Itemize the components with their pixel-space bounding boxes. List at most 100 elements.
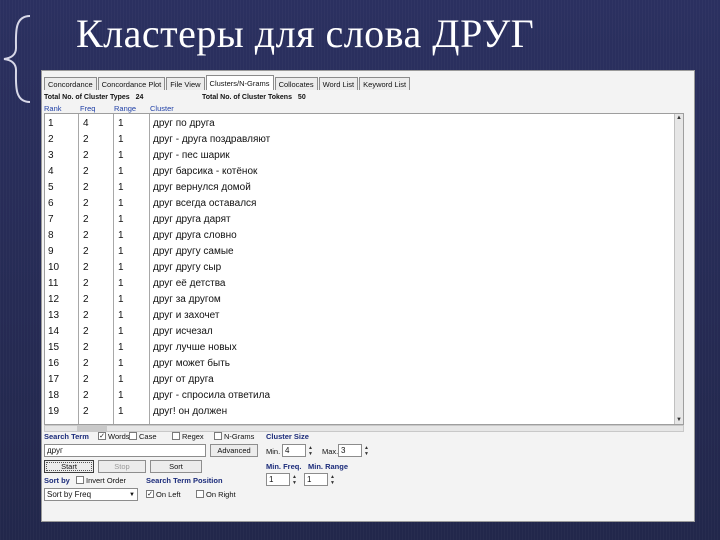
advanced-button[interactable]: Advanced xyxy=(210,444,258,457)
cell-freq: 2 xyxy=(83,406,89,417)
cell-rank: 7 xyxy=(48,214,54,225)
case-checkbox[interactable] xyxy=(129,432,137,440)
cell-freq: 2 xyxy=(83,278,89,289)
column-header-range[interactable]: Range xyxy=(114,104,136,113)
cell-rank: 3 xyxy=(48,150,54,161)
table-row[interactable]: 1 4 1 друг по друга xyxy=(45,116,665,132)
regex-checkbox[interactable] xyxy=(172,432,180,440)
table-row[interactable]: 2 2 1 друг - друга поздравляют xyxy=(45,132,665,148)
table-row[interactable]: 16 2 1 друг может быть xyxy=(45,356,665,372)
column-header-rank[interactable]: Rank xyxy=(44,104,62,113)
tab-collocates[interactable]: Collocates xyxy=(274,77,318,90)
invert-order-checkbox[interactable] xyxy=(76,476,84,484)
on-right-checkbox[interactable] xyxy=(196,490,204,498)
stop-button[interactable]: Stop xyxy=(98,460,146,473)
min-size-spin-arrows-icon[interactable]: ▲ ▼ xyxy=(307,445,314,457)
cell-rank: 13 xyxy=(48,310,60,321)
column-header-freq[interactable]: Freq xyxy=(80,104,95,113)
cell-range: 1 xyxy=(118,246,124,257)
min-freq-label: Min. Freq. xyxy=(266,462,302,471)
sort-select-value: Sort by Freq xyxy=(47,490,92,499)
table-row[interactable]: 17 2 1 друг от друга xyxy=(45,372,665,388)
cell-cluster: друг и захочет xyxy=(153,310,220,321)
words-checkbox[interactable]: ✓ xyxy=(98,432,106,440)
min-freq-spin-arrows-icon[interactable]: ▲ ▼ xyxy=(291,474,298,486)
min-range-input[interactable]: 1 xyxy=(304,473,328,486)
tab-concordance-plot[interactable]: Concordance Plot xyxy=(97,77,166,90)
cell-freq: 2 xyxy=(83,374,89,385)
cell-rank: 6 xyxy=(48,198,54,209)
cluster-tokens-label: Total No. of Cluster Tokens xyxy=(202,94,292,101)
min-size-input[interactable]: 4 xyxy=(282,444,306,457)
on-left-label: On Left xyxy=(156,490,181,499)
scroll-thumb[interactable] xyxy=(77,426,107,431)
min-range-spin-arrows-icon[interactable]: ▲ ▼ xyxy=(329,474,336,486)
cell-freq: 2 xyxy=(83,294,89,305)
tab-clusters-ngrams[interactable]: Clusters/N-Grams xyxy=(205,75,274,90)
on-left-checkbox[interactable]: ✓ xyxy=(146,490,154,498)
ngrams-label: N-Grams xyxy=(224,432,255,441)
max-size-spin-arrows-icon[interactable]: ▲ ▼ xyxy=(363,445,370,457)
cell-range: 1 xyxy=(118,134,124,145)
min-freq-input[interactable]: 1 xyxy=(266,473,290,486)
cell-rank: 4 xyxy=(48,166,54,177)
start-button[interactable]: Start xyxy=(44,460,94,473)
cell-freq: 4 xyxy=(83,118,89,129)
table-row[interactable]: 3 2 1 друг - пес шарик xyxy=(45,148,665,164)
cell-freq: 2 xyxy=(83,262,89,273)
ngrams-checkbox[interactable] xyxy=(214,432,222,440)
tab-keyword-list[interactable]: Keyword List xyxy=(359,77,411,90)
on-right-label: On Right xyxy=(206,490,236,499)
table-row[interactable]: 18 2 1 друг - спросила ответила xyxy=(45,388,665,404)
cell-freq: 2 xyxy=(83,198,89,209)
cell-rank: 1 xyxy=(48,118,54,129)
search-term-position-label: Search Term Position xyxy=(146,476,223,485)
tab-concordance[interactable]: Concordance xyxy=(44,77,97,90)
table-row[interactable]: 19 2 1 друг! он должен xyxy=(45,404,665,420)
cell-freq: 2 xyxy=(83,214,89,225)
column-header-cluster[interactable]: Cluster xyxy=(150,104,174,113)
scroll-up-icon[interactable]: ▲ xyxy=(676,115,682,121)
cell-cluster: друг исчезал xyxy=(153,326,213,337)
table-row[interactable]: 4 2 1 друг барсика - котёнок xyxy=(45,164,665,180)
vertical-scrollbar[interactable]: ▲ ▼ xyxy=(674,114,683,424)
sort-button[interactable]: Sort xyxy=(150,460,202,473)
table-row[interactable]: 10 2 1 друг другу сыр xyxy=(45,260,665,276)
antconc-window: Concordance Concordance Plot File View C… xyxy=(41,70,695,522)
cell-range: 1 xyxy=(118,294,124,305)
table-row[interactable]: 6 2 1 друг всегда оставался xyxy=(45,196,665,212)
cluster-types-value: 24 xyxy=(135,94,144,101)
table-row[interactable]: 9 2 1 друг другу самые xyxy=(45,244,665,260)
cell-rank: 19 xyxy=(48,406,60,417)
cell-cluster: друг друга словно xyxy=(153,230,237,241)
cell-range: 1 xyxy=(118,214,124,225)
horizontal-scrollbar[interactable] xyxy=(44,425,684,432)
case-label: Case xyxy=(139,432,157,441)
search-input[interactable]: друг xyxy=(44,444,206,457)
sort-select[interactable]: Sort by Freq ▼ xyxy=(44,488,138,501)
table-row[interactable]: 14 2 1 друг исчезал xyxy=(45,324,665,340)
table-row[interactable]: 8 2 1 друг друга словно xyxy=(45,228,665,244)
table-row[interactable]: 15 2 1 друг лучше новых xyxy=(45,340,665,356)
scroll-down-icon[interactable]: ▼ xyxy=(676,417,682,423)
table-row[interactable]: 12 2 1 друг за другом xyxy=(45,292,665,308)
cell-freq: 2 xyxy=(83,342,89,353)
cell-rank: 14 xyxy=(48,326,60,337)
cell-freq: 2 xyxy=(83,230,89,241)
cell-cluster: друг другу сыр xyxy=(153,262,222,273)
max-size-input[interactable]: 3 xyxy=(338,444,362,457)
cell-cluster: друг друга дарят xyxy=(153,214,231,225)
cell-range: 1 xyxy=(118,390,124,401)
cell-range: 1 xyxy=(118,182,124,193)
tab-word-list[interactable]: Word List xyxy=(318,77,359,90)
cell-rank: 5 xyxy=(48,182,54,193)
table-row[interactable]: 11 2 1 друг её детства xyxy=(45,276,665,292)
tab-file-view[interactable]: File View xyxy=(166,77,205,90)
cell-freq: 2 xyxy=(83,166,89,177)
table-row[interactable]: 7 2 1 друг друга дарят xyxy=(45,212,665,228)
table-row[interactable]: 13 2 1 друг и захочет xyxy=(45,308,665,324)
cell-range: 1 xyxy=(118,262,124,273)
cluster-size-label: Cluster Size xyxy=(266,432,309,441)
table-row[interactable]: 5 2 1 друг вернулся домой xyxy=(45,180,665,196)
cell-range: 1 xyxy=(118,166,124,177)
